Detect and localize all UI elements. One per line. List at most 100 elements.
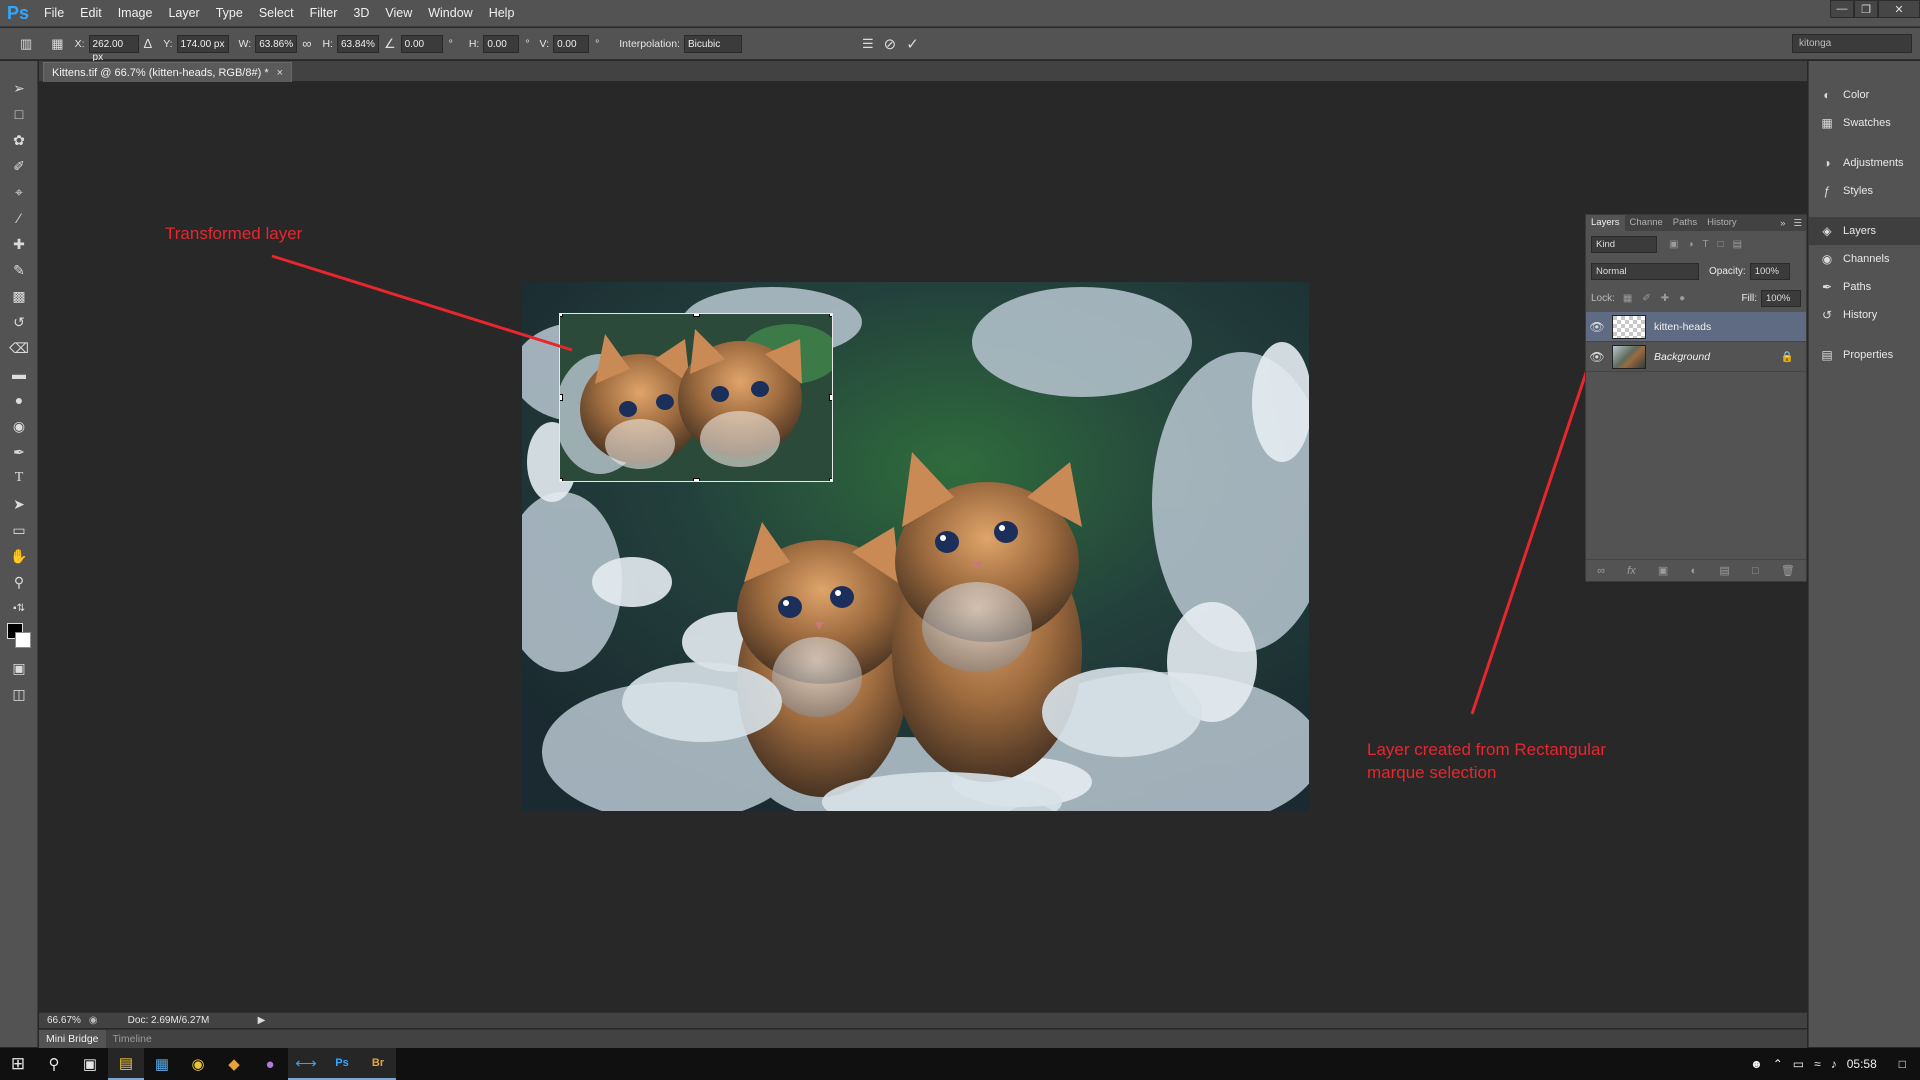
- file-explorer-icon[interactable]: ▤: [108, 1048, 144, 1080]
- add-mask-icon[interactable]: ▣: [1658, 564, 1668, 577]
- shape-tool-icon[interactable]: ▭: [0, 517, 38, 543]
- crop-tool-icon[interactable]: ⌖: [0, 179, 38, 205]
- hand-tool-icon[interactable]: ✋: [0, 543, 38, 569]
- blur-tool-icon[interactable]: ●: [0, 387, 38, 413]
- gradient-tool-icon[interactable]: ▬: [0, 361, 38, 387]
- commit-transform-icon[interactable]: ✓: [906, 35, 919, 53]
- eraser-tool-icon[interactable]: ⌫: [0, 335, 38, 361]
- battery-icon[interactable]: ▭: [1793, 1057, 1804, 1071]
- layer-row-background[interactable]: 👁 Background 🔒: [1586, 342, 1806, 372]
- x-field[interactable]: 262.00 px: [88, 34, 139, 63]
- tab-history[interactable]: History: [1702, 215, 1742, 231]
- people-icon[interactable]: ☻: [1750, 1057, 1763, 1071]
- blend-mode-select[interactable]: Normal: [1591, 263, 1699, 280]
- transform-handle-mr[interactable]: [829, 394, 832, 401]
- app-circle-icon[interactable]: ●: [252, 1048, 288, 1080]
- task-view-icon[interactable]: ▣: [72, 1048, 108, 1080]
- vscode-icon[interactable]: ⟷: [288, 1048, 324, 1080]
- pen-tool-icon[interactable]: ✒: [0, 439, 38, 465]
- menu-type[interactable]: Type: [208, 0, 251, 27]
- restore-icon[interactable]: ❐: [1854, 0, 1878, 18]
- git-icon[interactable]: ◆: [216, 1048, 252, 1080]
- wifi-icon[interactable]: ≈: [1814, 1057, 1821, 1071]
- transform-handle-bl[interactable]: [560, 478, 563, 481]
- healing-brush-tool-icon[interactable]: ✚: [0, 231, 38, 257]
- w-field[interactable]: 63.86%: [255, 34, 298, 53]
- link-layers-icon[interactable]: ∞: [1597, 565, 1605, 577]
- dock-properties[interactable]: ▤ Properties: [1809, 341, 1920, 369]
- zoom-tool-icon[interactable]: ⚲: [0, 569, 38, 595]
- opacity-field[interactable]: 100%: [1749, 263, 1790, 280]
- menu-3d[interactable]: 3D: [345, 0, 377, 27]
- panel-menu-icon[interactable]: ☰: [1789, 218, 1806, 229]
- path-selection-tool-icon[interactable]: ➤: [0, 491, 38, 517]
- menu-help[interactable]: Help: [481, 0, 523, 27]
- clone-stamp-tool-icon[interactable]: ▩: [0, 283, 38, 309]
- transform-handle-tr[interactable]: [829, 314, 832, 317]
- bridge-taskbar-icon[interactable]: Br: [360, 1048, 396, 1080]
- menu-select[interactable]: Select: [251, 0, 302, 27]
- visibility-eye-icon[interactable]: 👁: [1586, 320, 1608, 334]
- workspace-select[interactable]: kitonga: [1792, 34, 1912, 53]
- lock-icons[interactable]: ▦✐✚●: [1623, 293, 1695, 304]
- dock-layers[interactable]: ◈ Layers: [1809, 217, 1920, 245]
- menu-image[interactable]: Image: [110, 0, 161, 27]
- quick-select-tool-icon[interactable]: ✐: [0, 153, 38, 179]
- dock-color[interactable]: ◐ Color: [1809, 81, 1920, 109]
- close-tab-icon[interactable]: ×: [277, 67, 283, 79]
- dock-paths[interactable]: ✒ Paths: [1809, 273, 1920, 301]
- dock-history[interactable]: ↺ History: [1809, 301, 1920, 329]
- menu-edit[interactable]: Edit: [72, 0, 110, 27]
- document-tab[interactable]: Kittens.tif @ 66.7% (kitten-heads, RGB/8…: [43, 62, 293, 82]
- quick-mask-icon[interactable]: ▣: [0, 655, 38, 681]
- transform-handle-bc[interactable]: [693, 478, 700, 481]
- reference-point-icon[interactable]: ▦: [51, 36, 63, 52]
- transform-handle-tc[interactable]: [693, 314, 700, 317]
- eyedropper-tool-icon[interactable]: ⁄: [0, 205, 38, 231]
- photoshop-taskbar-icon[interactable]: Ps: [324, 1048, 360, 1080]
- zoom-level[interactable]: 66.67%: [39, 1015, 89, 1026]
- layer-name[interactable]: Background: [1654, 351, 1710, 363]
- menu-filter[interactable]: Filter: [302, 0, 346, 27]
- vskew-field[interactable]: 0.00: [553, 34, 590, 53]
- tray-chevron-icon[interactable]: ⌃: [1773, 1057, 1783, 1071]
- history-brush-tool-icon[interactable]: ↺: [0, 309, 38, 335]
- chrome-icon[interactable]: ◉: [180, 1048, 216, 1080]
- screen-mode-icon[interactable]: ◫: [0, 681, 38, 707]
- fill-field[interactable]: 100%: [1761, 290, 1801, 307]
- dock-swatches[interactable]: ▦ Swatches: [1809, 109, 1920, 137]
- tab-layers[interactable]: Layers: [1586, 215, 1625, 231]
- minimize-icon[interactable]: —: [1830, 0, 1854, 18]
- link-icon[interactable]: ∞: [302, 36, 311, 51]
- panel-collapse-icon[interactable]: »: [1776, 218, 1789, 229]
- y-field[interactable]: 174.00 px: [176, 34, 229, 53]
- transform-handle-ml[interactable]: [560, 394, 563, 401]
- cancel-transform-icon[interactable]: ⊘: [884, 35, 897, 53]
- transform-handle-br[interactable]: [829, 478, 832, 481]
- lasso-tool-icon[interactable]: ✿: [0, 127, 38, 153]
- filter-kind-select[interactable]: Kind: [1591, 236, 1657, 253]
- hskew-field[interactable]: 0.00: [483, 34, 520, 53]
- tab-channels[interactable]: Channe: [1625, 215, 1668, 231]
- layer-row-kitten-heads[interactable]: 👁 kitten-heads: [1586, 312, 1806, 342]
- close-icon[interactable]: ✕: [1878, 0, 1920, 18]
- store-icon[interactable]: ▦: [144, 1048, 180, 1080]
- transform-handle-tl[interactable]: [560, 314, 563, 317]
- volume-icon[interactable]: ♪: [1831, 1057, 1837, 1071]
- menu-layer[interactable]: Layer: [160, 0, 207, 27]
- windows-start-icon[interactable]: ⊞: [0, 1048, 36, 1080]
- tab-mini-bridge[interactable]: Mini Bridge: [39, 1029, 106, 1049]
- status-menu-arrow-icon[interactable]: ▶: [258, 1015, 266, 1026]
- h-field[interactable]: 63.84%: [336, 34, 379, 53]
- dodge-tool-icon[interactable]: ◉: [0, 413, 38, 439]
- layer-name[interactable]: kitten-heads: [1654, 321, 1711, 333]
- type-tool-icon[interactable]: T: [0, 465, 38, 491]
- new-group-icon[interactable]: ▤: [1719, 564, 1729, 577]
- move-tool-preset-icon[interactable]: ▥: [20, 36, 32, 52]
- search-icon[interactable]: ⚲: [36, 1048, 72, 1080]
- default-colors-icon[interactable]: ▪⇅: [0, 595, 38, 621]
- filter-icons[interactable]: ▣◑T□▤: [1669, 239, 1751, 250]
- delete-layer-icon[interactable]: 🗑: [1781, 564, 1795, 577]
- background-color-swatch[interactable]: [15, 632, 31, 648]
- status-info-icon[interactable]: ◉: [89, 1015, 98, 1026]
